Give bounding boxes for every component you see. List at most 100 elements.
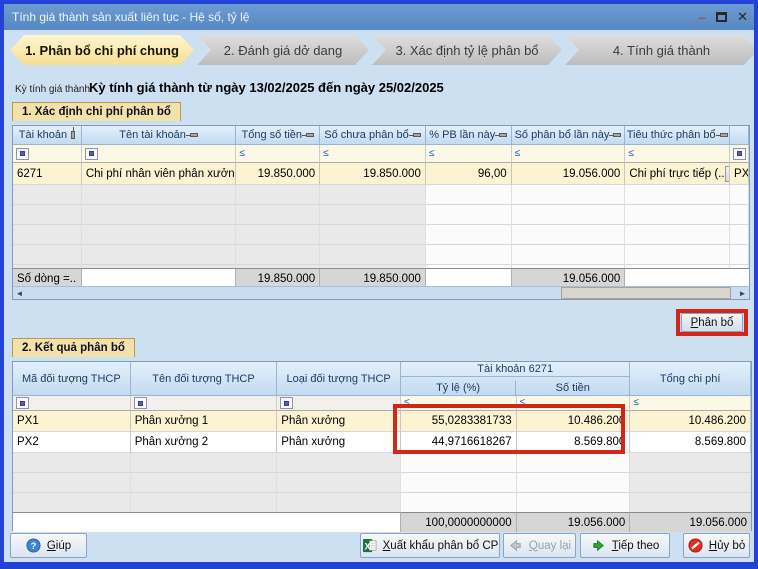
group-header-label[interactable]: Tài khoản 6271	[400, 362, 630, 377]
pin-icon[interactable]	[609, 133, 622, 137]
column-header-unallocated[interactable]: Số chưa phân bổ	[320, 126, 426, 145]
tab-allocate-common-cost[interactable]: 1. Phân bổ chi phí chung	[10, 35, 194, 65]
column-header-ratio[interactable]: Tỷ lệ (%)	[401, 381, 517, 395]
cell-object-name[interactable]: Phân xưởng 2	[130, 432, 278, 453]
column-header-pb-percent[interactable]: % PB lần này	[425, 126, 512, 145]
cell-unallocated[interactable]: 19.850.000	[320, 163, 426, 185]
footer-allocated-this-time: 19.056.000	[511, 268, 626, 288]
pin-icon[interactable]	[185, 133, 198, 137]
period-label: Kỳ tính giá thành:	[15, 84, 93, 95]
column-header-object-name[interactable]: Tên đối tượng THCP	[130, 362, 278, 396]
cell-allocated-this-time[interactable]: 19.056.000	[511, 163, 626, 185]
next-button[interactable]: Tiếp theo	[580, 533, 670, 558]
cell-account[interactable]: 6271	[13, 163, 82, 185]
column-group-account-6271: Tài khoản 6271 Tỷ lệ (%) Số tiền	[400, 362, 631, 396]
title-bar: Tính giá thành sản xuất liên tục - Hệ số…	[4, 4, 754, 30]
period-value: Kỳ tính giá thành từ ngày 13/02/2025 đến…	[89, 80, 444, 95]
tab-determine-ratio[interactable]: 3. Xác định tỷ lệ phân bổ	[372, 35, 562, 65]
cell-account-name[interactable]: Chi phí nhân viên phân xưởng	[81, 163, 237, 185]
column-header-total-amount[interactable]: Tổng số tiền	[236, 126, 321, 145]
column-header-account-name[interactable]: Tên tài khoản	[81, 126, 237, 145]
filter-icon[interactable]	[16, 397, 29, 409]
cell-object-code[interactable]: PX1	[13, 411, 131, 432]
wizard-steps: 1. Phân bổ chi phí chung 2. Đánh giá dở …	[10, 35, 754, 65]
column-header-amount[interactable]: Số tiền	[516, 381, 629, 395]
dialog-window: Tính giá thành sản xuất liên tục - Hệ số…	[0, 0, 758, 569]
help-button[interactable]: ? Giúp	[10, 533, 87, 558]
scrollbar-thumb[interactable]	[561, 287, 731, 299]
excel-icon: X	[362, 538, 377, 553]
cell-criteria-dropdown[interactable]: Chi phí trực tiếp (.. ▼	[625, 163, 731, 185]
footer-unallocated: 19.850.000	[320, 268, 426, 288]
pin-icon[interactable]	[715, 133, 728, 137]
filter-icon[interactable]	[733, 147, 747, 160]
horizontal-scrollbar[interactable]: ◄ ►	[13, 286, 749, 299]
cell-object-type[interactable]: Phân xưởng	[277, 432, 401, 453]
column-header-account[interactable]: Tài khoản	[13, 126, 82, 145]
maximize-icon[interactable]	[716, 12, 728, 22]
dialog-body: Tính giá thành sản xuất liên tục - Hệ số…	[4, 4, 754, 562]
close-icon[interactable]: ✕	[737, 9, 748, 25]
table-row: PX2 Phân xưởng 2 Phân xưởng 44,971661826…	[13, 432, 751, 453]
cell-total-amount[interactable]: 19.850.000	[236, 163, 321, 185]
footer-row-count: Số dòng =..	[13, 268, 82, 288]
highlight-box-allocate	[676, 309, 748, 336]
column-header-object-code[interactable]: Mã đối tượng THCP	[13, 362, 131, 396]
cell-total-cost[interactable]: 8.569.800	[630, 432, 751, 453]
filter-operator[interactable]: ≤	[429, 148, 435, 159]
arrow-left-icon	[509, 539, 521, 552]
cell-object-name[interactable]: Phân xưởng 1	[130, 411, 278, 432]
filter-icon[interactable]	[16, 147, 29, 160]
cancel-button[interactable]: Hủy bỏ	[683, 533, 750, 558]
tab-calculate-cost[interactable]: 4. Tính giá thành	[565, 35, 754, 65]
highlight-box-result-cells	[393, 404, 625, 454]
footer-total-amount: 19.850.000	[236, 268, 321, 288]
filter-icon[interactable]	[133, 397, 147, 409]
pin-icon[interactable]	[408, 133, 421, 137]
filter-operator[interactable]: ≤	[633, 398, 639, 408]
filter-operator[interactable]: ≤	[515, 148, 521, 159]
footer-amount: 19.056.000	[516, 512, 631, 532]
cell-pb-percent[interactable]: 96,00	[425, 163, 512, 185]
svg-text:?: ?	[30, 541, 36, 551]
column-header-object-type[interactable]: Loại đối tượng THCP	[277, 362, 401, 396]
minimize-icon[interactable]: –	[698, 10, 706, 24]
grid-empty-area	[13, 453, 752, 512]
filter-icon[interactable]	[280, 397, 294, 409]
footer-total-cost: 19.056.000	[630, 512, 751, 532]
filter-operator[interactable]: ≤	[628, 148, 634, 159]
scroll-left-icon[interactable]: ◄	[13, 287, 26, 299]
filter-operator[interactable]: ≤	[323, 148, 329, 159]
help-icon: ?	[26, 538, 41, 553]
tab-evaluate-wip[interactable]: 2. Đánh giá dở dang	[197, 35, 369, 65]
pin-icon[interactable]	[71, 127, 76, 139]
column-header-partial[interactable]	[730, 126, 749, 145]
column-header-allocated-this-time[interactable]: Số phân bổ lần này	[511, 126, 626, 145]
grid2-footer-row: 100,0000000000 19.056.000 19.056.000	[13, 512, 751, 532]
column-header-total-cost[interactable]: Tổng chi phí	[630, 362, 752, 396]
cell-partial[interactable]: PX1	[730, 163, 749, 185]
table-row: 6271 Chi phí nhân viên phân xưởng 19.850…	[13, 163, 749, 185]
footer-ratio: 100,0000000000	[400, 512, 517, 532]
table-row: PX1 Phân xưởng 1 Phân xưởng 55,028338173…	[13, 411, 751, 432]
section1-title: 1. Xác định chi phí phân bổ	[12, 102, 181, 121]
window-title: Tính giá thành sản xuất liên tục - Hệ số…	[12, 10, 250, 24]
cell-object-type[interactable]: Phân xưởng	[277, 411, 401, 432]
section2-title: 2. Kết quả phân bổ	[12, 338, 135, 357]
pin-icon[interactable]	[302, 133, 315, 137]
allocation-cost-grid: Tài khoản Tên tài khoản Tổng số tiền Số …	[12, 125, 750, 300]
cell-total-cost[interactable]: 10.486.200	[630, 411, 751, 432]
filter-operator[interactable]: ≤	[239, 148, 245, 159]
grid1-footer-row: Số dòng =.. 19.850.000 19.850.000 19.056…	[13, 268, 749, 288]
export-allocation-button[interactable]: X Xuất khẩu phân bổ CP	[360, 533, 500, 558]
scroll-right-icon[interactable]: ►	[736, 287, 749, 299]
grid-empty-area	[13, 185, 749, 268]
back-button[interactable]: Quay lại	[503, 533, 576, 558]
allocation-result-grid: Mã đối tượng THCP Tên đối tượng THCP Loạ…	[12, 361, 752, 532]
filter-icon[interactable]	[84, 147, 98, 160]
cell-object-code[interactable]: PX2	[13, 432, 131, 453]
column-header-criteria[interactable]: Tiêu thức phân bổ	[625, 126, 731, 145]
pin-icon[interactable]	[495, 133, 508, 137]
svg-text:X: X	[364, 541, 371, 551]
cancel-icon	[688, 538, 703, 553]
